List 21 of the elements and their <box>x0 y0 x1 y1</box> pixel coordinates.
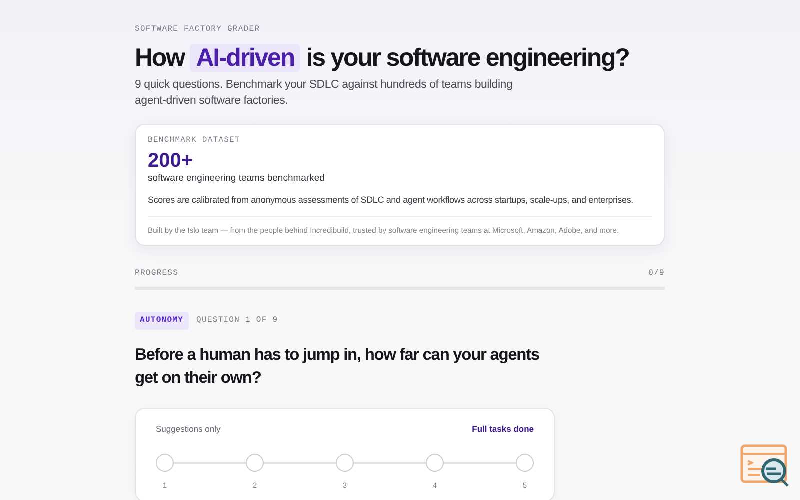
scale-option[interactable] <box>246 454 264 472</box>
question-text: Before a human has to jump in, how far can your agents get on their own? <box>135 344 540 390</box>
headline-text: How <box>135 44 184 72</box>
scale-min-label: Suggestions only <box>156 423 221 436</box>
category-tag: AUTONOMY <box>135 312 189 330</box>
benchmark-description: Scores are calibrated from anonymous assessments of SDLC and agent workflows across startups, scale-ups, and enterprises. <box>148 194 634 208</box>
scale-option[interactable] <box>516 454 534 472</box>
benchmark-label: BENCHMARK DATASET <box>148 134 242 147</box>
stat-caption: software engineering teams benchmarked <box>148 172 326 186</box>
scale-option[interactable] <box>426 454 444 472</box>
intro-text: 9 quick questions. Benchmark your SDLC against hundreds of teams building agent-driven software factories. <box>135 78 514 110</box>
highlighted-word: AI-driven <box>190 44 300 72</box>
progress-label: PROGRESS <box>135 268 179 280</box>
scale-max-label: Full tasks done <box>472 423 534 436</box>
scale-option[interactable] <box>336 454 354 472</box>
eyebrow-label: SOFTWARE FACTORY GRADER <box>135 24 262 36</box>
scale-option[interactable] <box>156 454 174 472</box>
progress-count: 0/9 <box>648 268 665 280</box>
headline-text: is your software engineering? <box>306 44 630 72</box>
question-number: QUESTION 1 OF 9 <box>196 314 278 327</box>
benchmark-stat: 200+ <box>148 150 194 172</box>
